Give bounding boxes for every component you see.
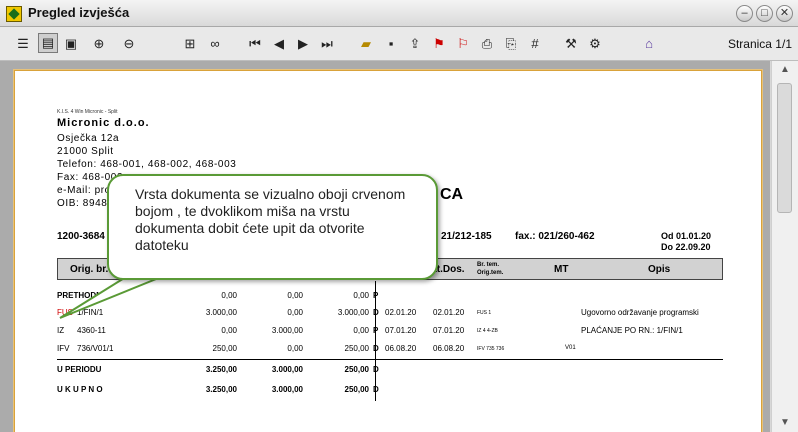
doc-type-link[interactable]: IFV (57, 344, 69, 353)
divider (57, 359, 723, 360)
table-row[interactable]: PRETHODN 0,00 0,00 0,00 P (57, 289, 723, 303)
period-from: Od 01.01.20 (661, 231, 712, 241)
print-icon[interactable]: ⎙ (478, 35, 496, 53)
col-mt: MT (554, 264, 569, 275)
tools-icon[interactable]: ⚒ (562, 35, 580, 53)
table-row[interactable]: IFV 736/V01/1 250,00 0,00 250,00 D 06.08… (57, 342, 723, 356)
export-icon[interactable]: ⇪ (406, 35, 424, 53)
next-page-icon[interactable]: ▶ (294, 35, 312, 53)
cell-date2: 07.01.20 (433, 326, 465, 335)
window-title: Pregled izvješća (28, 5, 130, 20)
col-opis: Opis (648, 264, 671, 275)
save-disk-icon[interactable]: ▪ (382, 35, 400, 53)
cell-dug: 0,00 (221, 291, 237, 300)
total-pot: 3.000,00 (271, 385, 303, 394)
cell-dug: 250,00 (212, 344, 237, 353)
vertical-scrollbar[interactable]: ▲ ▼ (771, 61, 798, 432)
close-button[interactable]: ✕ (776, 5, 793, 22)
address-line: OIB: 89489 (57, 198, 114, 209)
address-line: Telefon: 468-001, 468-002, 468-003 (57, 159, 237, 170)
cell-num: 4360-11 (77, 326, 106, 335)
report-title: CA (440, 186, 464, 203)
cell-tem: IZ 4 4-ZB (477, 328, 498, 334)
total-dug: 3.250,00 (205, 365, 237, 374)
cell-mt: V01 (565, 345, 576, 351)
callout-text: Vrsta dokumenta se vizualno oboji crveno… (135, 186, 406, 253)
calculator-icon[interactable]: # (526, 35, 544, 53)
cell-saldo: 0,00 (353, 326, 369, 335)
address-line: 21000 Split (57, 146, 114, 157)
print-setup-icon[interactable]: ⎘ (502, 35, 520, 53)
cell-date2: 02.01.20 (433, 308, 465, 317)
cell-saldo: 0,00 (353, 291, 369, 300)
tree-icon[interactable]: ⊞ (181, 35, 199, 53)
zoom-in-icon[interactable]: ⊕ (90, 35, 108, 53)
cell-date1: 06.08.20 (385, 344, 417, 353)
totals-row: U K U P N O 3.250,00 3.000,00 250,00 D (57, 383, 723, 397)
totals-label: U K U P N O (57, 385, 103, 394)
pdf-alt-icon[interactable]: ⚐ (454, 35, 472, 53)
cell-date1: 07.01.20 (385, 326, 417, 335)
scroll-down-icon[interactable]: ▼ (772, 414, 798, 432)
total-saldo: 250,00 (344, 365, 369, 374)
outline-view-icon[interactable]: ▤ (38, 33, 58, 53)
total-dug: 3.250,00 (205, 385, 237, 394)
fax-number: fax.: 021/260-462 (515, 231, 595, 242)
first-page-icon[interactable]: ⏮ (246, 35, 264, 53)
scroll-up-icon[interactable]: ▲ (772, 61, 798, 79)
total-pot: 3.000,00 (271, 365, 303, 374)
zoom-out-icon[interactable]: ⊖ (120, 35, 138, 53)
doc-type: PRETHODN (57, 291, 102, 300)
cell-date2: 06.08.20 (433, 344, 465, 353)
exit-icon[interactable]: ⌂ (640, 35, 658, 53)
cell-pot: 0,00 (287, 308, 303, 317)
report-header-small: K.I.S. 4 Win Micronic - Split (57, 109, 118, 115)
title-bar: Pregled izvješća – □ ✕ (0, 0, 798, 27)
cell-num: 736/V01/1 (77, 344, 114, 353)
total-saldo: 250,00 (344, 385, 369, 394)
prev-page-icon[interactable]: ◀ (270, 35, 288, 53)
account-number: 1200-3684 (57, 231, 105, 242)
cell-saldo: 3.000,00 (337, 308, 369, 317)
phone-number: 21/212-185 (441, 231, 492, 242)
totals-row: U PERIODU 3.250,00 3.000,00 250,00 D (57, 363, 723, 377)
find-binoculars-icon[interactable]: ∞ (206, 35, 224, 53)
company-name: Micronic d.o.o. (57, 117, 150, 129)
callout-tooltip: Vrsta dokumenta se vizualno oboji crveno… (107, 174, 438, 280)
app-icon (6, 6, 22, 22)
cell-pot: 3.000,00 (271, 326, 303, 335)
cell-num: 1/FIN/1 (77, 308, 104, 317)
last-page-icon[interactable]: ⏭ (318, 35, 336, 53)
cell-saldo: 250,00 (344, 344, 369, 353)
cell-date1: 02.01.20 (385, 308, 417, 317)
cell-opis: PLAĆANJE PO RN.: 1/FIN/1 (581, 326, 683, 335)
col-orig-tem: Orig.tem. (477, 270, 504, 276)
address-line: Osječka 12a (57, 133, 120, 144)
column-divider (375, 281, 376, 401)
cell-pot: 0,00 (287, 344, 303, 353)
period-to: Do 22.09.20 (661, 242, 711, 252)
doc-type-link[interactable]: FUS (57, 308, 73, 317)
col-br-tem: Br. tem. (477, 262, 500, 268)
scroll-thumb[interactable] (777, 83, 792, 213)
pdf-icon[interactable]: ⚑ (430, 35, 448, 53)
table-row[interactable]: FUS 1/FIN/1 3.000,00 0,00 3.000,00 D 02.… (57, 306, 723, 320)
cell-pot: 0,00 (287, 291, 303, 300)
cell-tem: FUS 1 (477, 310, 492, 316)
table-row[interactable]: IZ 4360-11 0,00 3.000,00 0,00 P 07.01.20… (57, 324, 723, 338)
open-folder-icon[interactable]: ▰ (357, 35, 375, 53)
totals-label: U PERIODU (57, 365, 102, 374)
minimize-button[interactable]: – (736, 5, 753, 22)
toolbar: ☰ ▤ ▣ ⊕ ⊖ ⊞ ∞ ⏮ ◀ ▶ ⏭ ▰ ▪ ⇪ ⚑ ⚐ ⎙ ⎘ # ⚒ … (0, 27, 798, 61)
settings-icon[interactable]: ⚙ (586, 35, 604, 53)
cell-tem: IFV 735 736 (477, 346, 505, 352)
cell-dug: 0,00 (221, 326, 237, 335)
page-info: Stranica 1/1 (727, 37, 792, 51)
page-view-icon[interactable]: ☰ (14, 35, 32, 53)
maximize-button[interactable]: □ (756, 5, 773, 22)
doc-type-link[interactable]: IZ (57, 326, 64, 335)
cell-opis: Ugovorno održavanje programski (581, 308, 699, 317)
cell-dug: 3.000,00 (205, 308, 237, 317)
two-page-icon[interactable]: ▣ (62, 35, 80, 53)
